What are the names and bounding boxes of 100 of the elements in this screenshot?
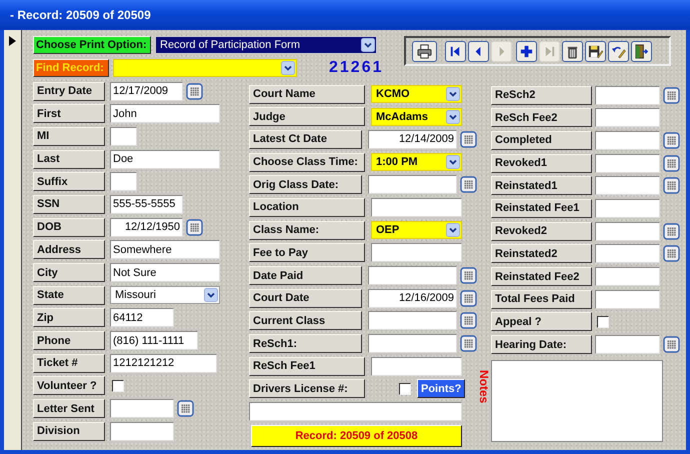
text-field[interactable]: Doe [110, 150, 220, 169]
calendar-button[interactable] [186, 82, 203, 100]
calendar-icon [177, 400, 194, 418]
calendar-icon [186, 82, 203, 100]
text-field[interactable] [249, 402, 462, 422]
date-field[interactable] [595, 335, 660, 354]
new-record-button[interactable] [516, 40, 537, 62]
points-button[interactable]: Points? [417, 379, 466, 398]
date-field[interactable] [110, 399, 174, 418]
exit-button[interactable] [631, 40, 652, 62]
chevron-down-icon [281, 61, 295, 75]
date-field[interactable] [595, 244, 660, 264]
calendar-button[interactable] [663, 336, 680, 354]
calendar-button[interactable] [460, 335, 477, 352]
date-field[interactable]: 12/16/2009 [368, 288, 457, 308]
previous-record-button[interactable] [468, 40, 489, 62]
text-field[interactable] [110, 172, 137, 192]
checkbox[interactable] [112, 380, 124, 392]
field-label: State [33, 286, 105, 305]
calendar-button[interactable] [186, 218, 203, 236]
calendar-button[interactable] [460, 312, 477, 330]
date-field[interactable]: 12/12/1950 [110, 218, 183, 237]
text-field[interactable] [371, 243, 462, 262]
dropdown-field[interactable]: OEP [371, 221, 462, 240]
text-field[interactable] [595, 267, 660, 286]
field-label: Appeal ? [491, 312, 592, 332]
field-label: Current Class [249, 311, 362, 330]
date-field[interactable] [595, 176, 660, 196]
print-button[interactable] [412, 40, 437, 62]
text-field[interactable] [371, 356, 462, 376]
text-field[interactable]: 555-55-5555 [110, 194, 183, 214]
text-field[interactable] [595, 198, 660, 218]
text-field[interactable]: Somewhere [110, 240, 220, 260]
text-field[interactable]: 1212121212 [110, 354, 217, 373]
calendar-button[interactable] [460, 267, 477, 284]
calendar-icon [460, 267, 477, 284]
chevron-down-icon [446, 110, 460, 124]
text-field[interactable] [595, 108, 660, 128]
date-field[interactable]: 12/17/2009 [110, 82, 183, 100]
print-option-dropdown[interactable]: Record of Participation Form [155, 36, 377, 54]
calendar-button[interactable] [460, 290, 477, 307]
field-label: Completed [491, 130, 592, 150]
field-label: Latest Ct Date [249, 130, 362, 149]
date-field[interactable] [595, 130, 660, 150]
delete-button[interactable] [562, 40, 583, 62]
text-field[interactable]: 64112 [110, 308, 174, 328]
checkbox[interactable] [399, 382, 411, 395]
calendar-button[interactable] [663, 245, 680, 262]
date-field[interactable] [595, 154, 660, 173]
field-label: Ticket # [33, 354, 105, 373]
dropdown-field[interactable]: McAdams [371, 108, 462, 126]
field-label: Date Paid [249, 266, 362, 285]
record-number: 21261 [329, 59, 384, 77]
text-field[interactable]: (816) 111-1111 [110, 331, 198, 350]
text-field[interactable] [371, 198, 462, 217]
field-label: MI [33, 126, 105, 146]
field-label: Revoked1 [491, 154, 592, 173]
first-record-button[interactable] [445, 40, 466, 62]
date-field[interactable] [368, 311, 457, 330]
calendar-icon [663, 245, 680, 262]
field-label: Letter Sent [33, 399, 105, 418]
dropdown-field[interactable]: 1:00 PM [371, 153, 462, 172]
date-field[interactable] [368, 334, 457, 354]
text-field[interactable]: Not Sure [110, 263, 220, 282]
field-label: ReSch2 [491, 86, 592, 104]
date-field[interactable] [368, 266, 457, 285]
date-field[interactable] [595, 86, 660, 104]
date-field[interactable] [595, 222, 660, 241]
calendar-button[interactable] [663, 132, 680, 149]
calendar-button[interactable] [177, 400, 194, 418]
text-field[interactable] [110, 126, 137, 146]
field-label: Reinstated Fee2 [491, 267, 592, 286]
save-button[interactable] [585, 40, 606, 62]
calendar-icon [663, 132, 680, 149]
calendar-button[interactable] [663, 222, 680, 240]
field-label: Judge [249, 107, 365, 126]
calendar-icon [663, 86, 680, 104]
calendar-button[interactable] [663, 154, 680, 172]
dropdown-field[interactable]: Missouri [110, 286, 220, 304]
field-label: Court Name [249, 84, 365, 104]
text-field[interactable] [110, 422, 174, 441]
calendar-icon [460, 312, 477, 330]
chevron-down-icon [204, 288, 218, 302]
calendar-icon [663, 336, 680, 354]
field-label: Zip [33, 308, 105, 328]
notes-field[interactable] [491, 360, 663, 442]
date-field[interactable] [368, 175, 457, 194]
door-icon [634, 44, 649, 58]
date-field[interactable]: 12/14/2009 [368, 130, 457, 149]
checkbox[interactable] [597, 316, 609, 328]
dropdown-field[interactable]: KCMO [371, 85, 462, 103]
calendar-button[interactable] [663, 177, 680, 194]
calendar-icon [460, 335, 477, 352]
calendar-button[interactable] [663, 86, 680, 104]
undo-button[interactable] [608, 40, 629, 62]
calendar-button[interactable] [460, 176, 477, 194]
calendar-button[interactable] [460, 130, 477, 148]
print-option-label: Choose Print Option: [33, 36, 151, 54]
text-field[interactable] [595, 290, 660, 309]
text-field[interactable]: John [110, 104, 220, 124]
